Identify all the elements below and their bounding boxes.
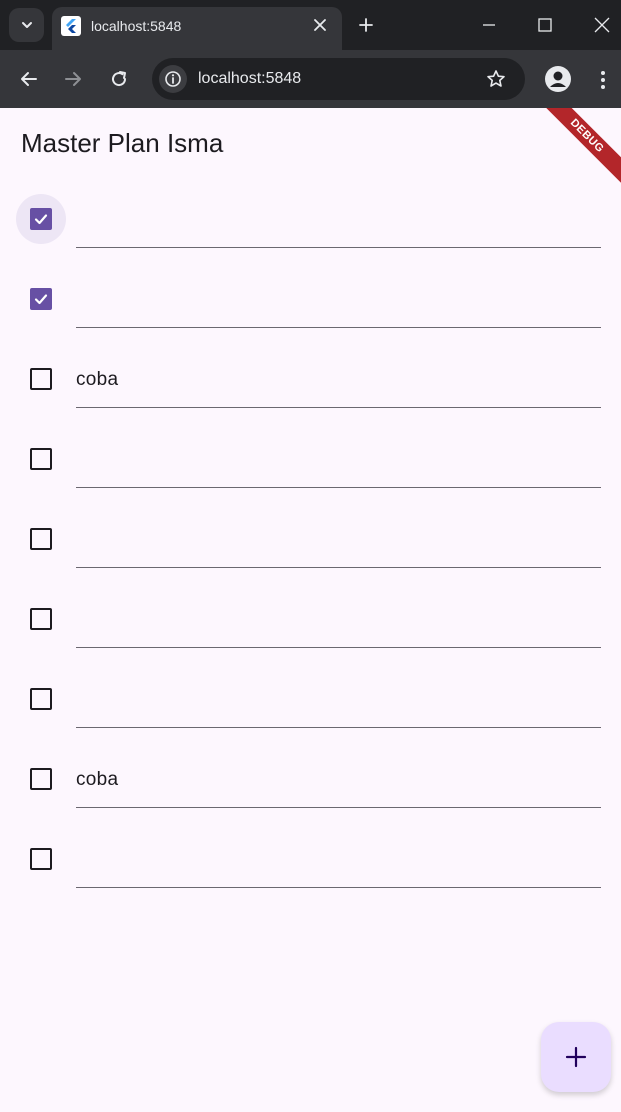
task-checkbox[interactable] xyxy=(16,274,66,324)
add-task-button[interactable] xyxy=(541,1022,611,1092)
task-item xyxy=(0,429,621,509)
task-item xyxy=(0,189,621,269)
tab-search-button[interactable] xyxy=(9,8,44,42)
browser-tabbar: localhost:5848 xyxy=(0,0,621,50)
task-checkbox[interactable] xyxy=(16,514,66,564)
checkbox-checked-icon xyxy=(30,288,52,310)
bookmark-star-icon[interactable] xyxy=(485,68,507,90)
task-text-field[interactable] xyxy=(76,669,601,728)
profile-avatar-icon[interactable] xyxy=(545,66,571,92)
task-checkbox[interactable] xyxy=(16,594,66,644)
maximize-icon[interactable] xyxy=(533,13,557,37)
browser-tab[interactable]: localhost:5848 xyxy=(52,7,342,50)
browser-menu-icon[interactable] xyxy=(592,67,614,93)
checkbox-checked-icon xyxy=(30,208,52,230)
checkbox-unchecked-icon xyxy=(30,608,52,630)
task-item xyxy=(0,589,621,669)
task-text-field[interactable] xyxy=(76,829,601,888)
task-text-field[interactable] xyxy=(76,189,601,248)
debug-banner: DEBUG xyxy=(531,108,621,192)
tab-title: localhost:5848 xyxy=(91,18,182,34)
task-checkbox[interactable] xyxy=(16,754,66,804)
task-item xyxy=(0,509,621,589)
checkbox-unchecked-icon xyxy=(30,368,52,390)
checkbox-unchecked-icon xyxy=(30,528,52,550)
checkbox-unchecked-icon xyxy=(30,688,52,710)
flutter-favicon-icon xyxy=(61,16,81,36)
checkbox-unchecked-icon xyxy=(30,848,52,870)
task-text-field[interactable]: coba xyxy=(76,349,601,408)
task-item xyxy=(0,669,621,749)
task-item xyxy=(0,269,621,349)
task-text-field[interactable] xyxy=(76,269,601,328)
new-tab-icon[interactable] xyxy=(354,13,378,37)
app-viewport: Master Plan Isma DEBUG coba coba xyxy=(0,108,621,1112)
reload-icon[interactable] xyxy=(106,66,132,92)
add-icon xyxy=(565,1046,587,1068)
url-text: localhost:5848 xyxy=(198,70,302,87)
tab-close-icon[interactable] xyxy=(310,15,330,35)
checkbox-unchecked-icon xyxy=(30,448,52,470)
task-checkbox[interactable] xyxy=(16,194,66,244)
chevron-down-icon xyxy=(21,22,32,28)
task-checkbox[interactable] xyxy=(16,674,66,724)
task-text-field[interactable] xyxy=(76,589,601,648)
task-checkbox[interactable] xyxy=(16,834,66,884)
back-arrow-icon[interactable] xyxy=(16,66,42,92)
minimize-icon[interactable] xyxy=(477,13,501,37)
address-bar[interactable]: localhost:5848 xyxy=(152,58,525,100)
task-item: coba xyxy=(0,749,621,829)
app-title: Master Plan Isma xyxy=(21,128,224,158)
task-text: coba xyxy=(76,769,119,790)
task-text-field[interactable] xyxy=(76,509,601,568)
task-item xyxy=(0,829,621,909)
browser-toolbar: localhost:5848 xyxy=(0,50,621,108)
task-checkbox[interactable] xyxy=(16,434,66,484)
task-checkbox[interactable] xyxy=(16,354,66,404)
task-text: coba xyxy=(76,369,119,390)
checkbox-unchecked-icon xyxy=(30,768,52,790)
site-info-icon[interactable] xyxy=(159,65,187,93)
window-close-icon[interactable] xyxy=(590,13,614,37)
forward-arrow-icon[interactable] xyxy=(60,66,86,92)
task-item: coba xyxy=(0,349,621,429)
task-text-field[interactable] xyxy=(76,429,601,488)
task-text-field[interactable]: coba xyxy=(76,749,601,808)
